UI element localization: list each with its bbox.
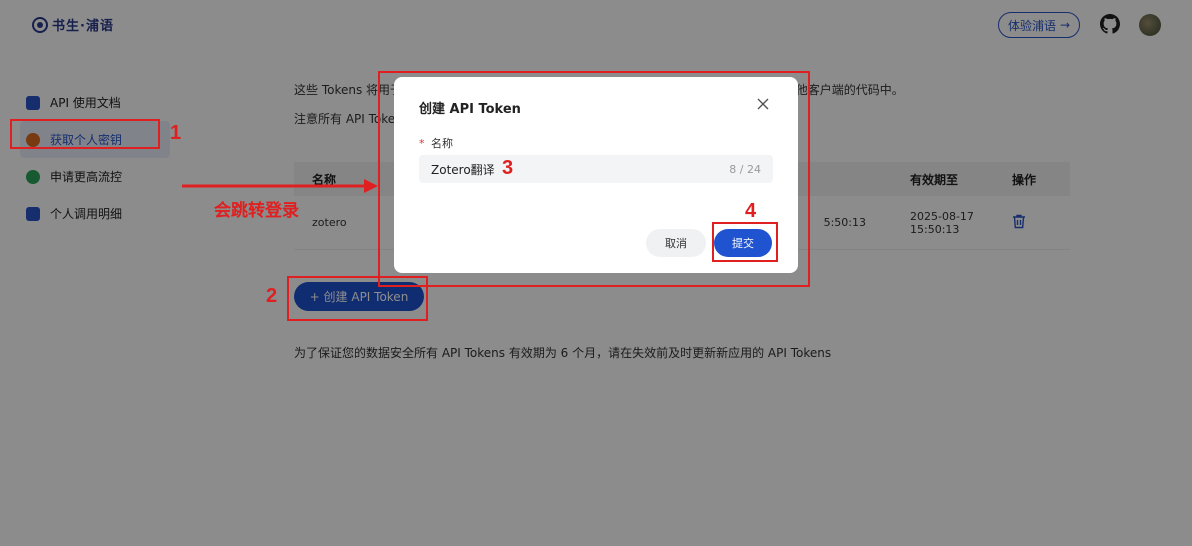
annotation-redirect-text: 会跳转登录 (214, 201, 299, 221)
annotation-number-3: 3 (502, 157, 514, 179)
annotation-box-sidebar (10, 119, 160, 149)
annotation-number-4: 4 (745, 200, 757, 222)
annotation-number-2: 2 (266, 285, 278, 307)
annotation-arrow-icon (182, 179, 378, 193)
annotation-box-submit (712, 222, 778, 262)
annotation-number-1: 1 (170, 122, 182, 144)
